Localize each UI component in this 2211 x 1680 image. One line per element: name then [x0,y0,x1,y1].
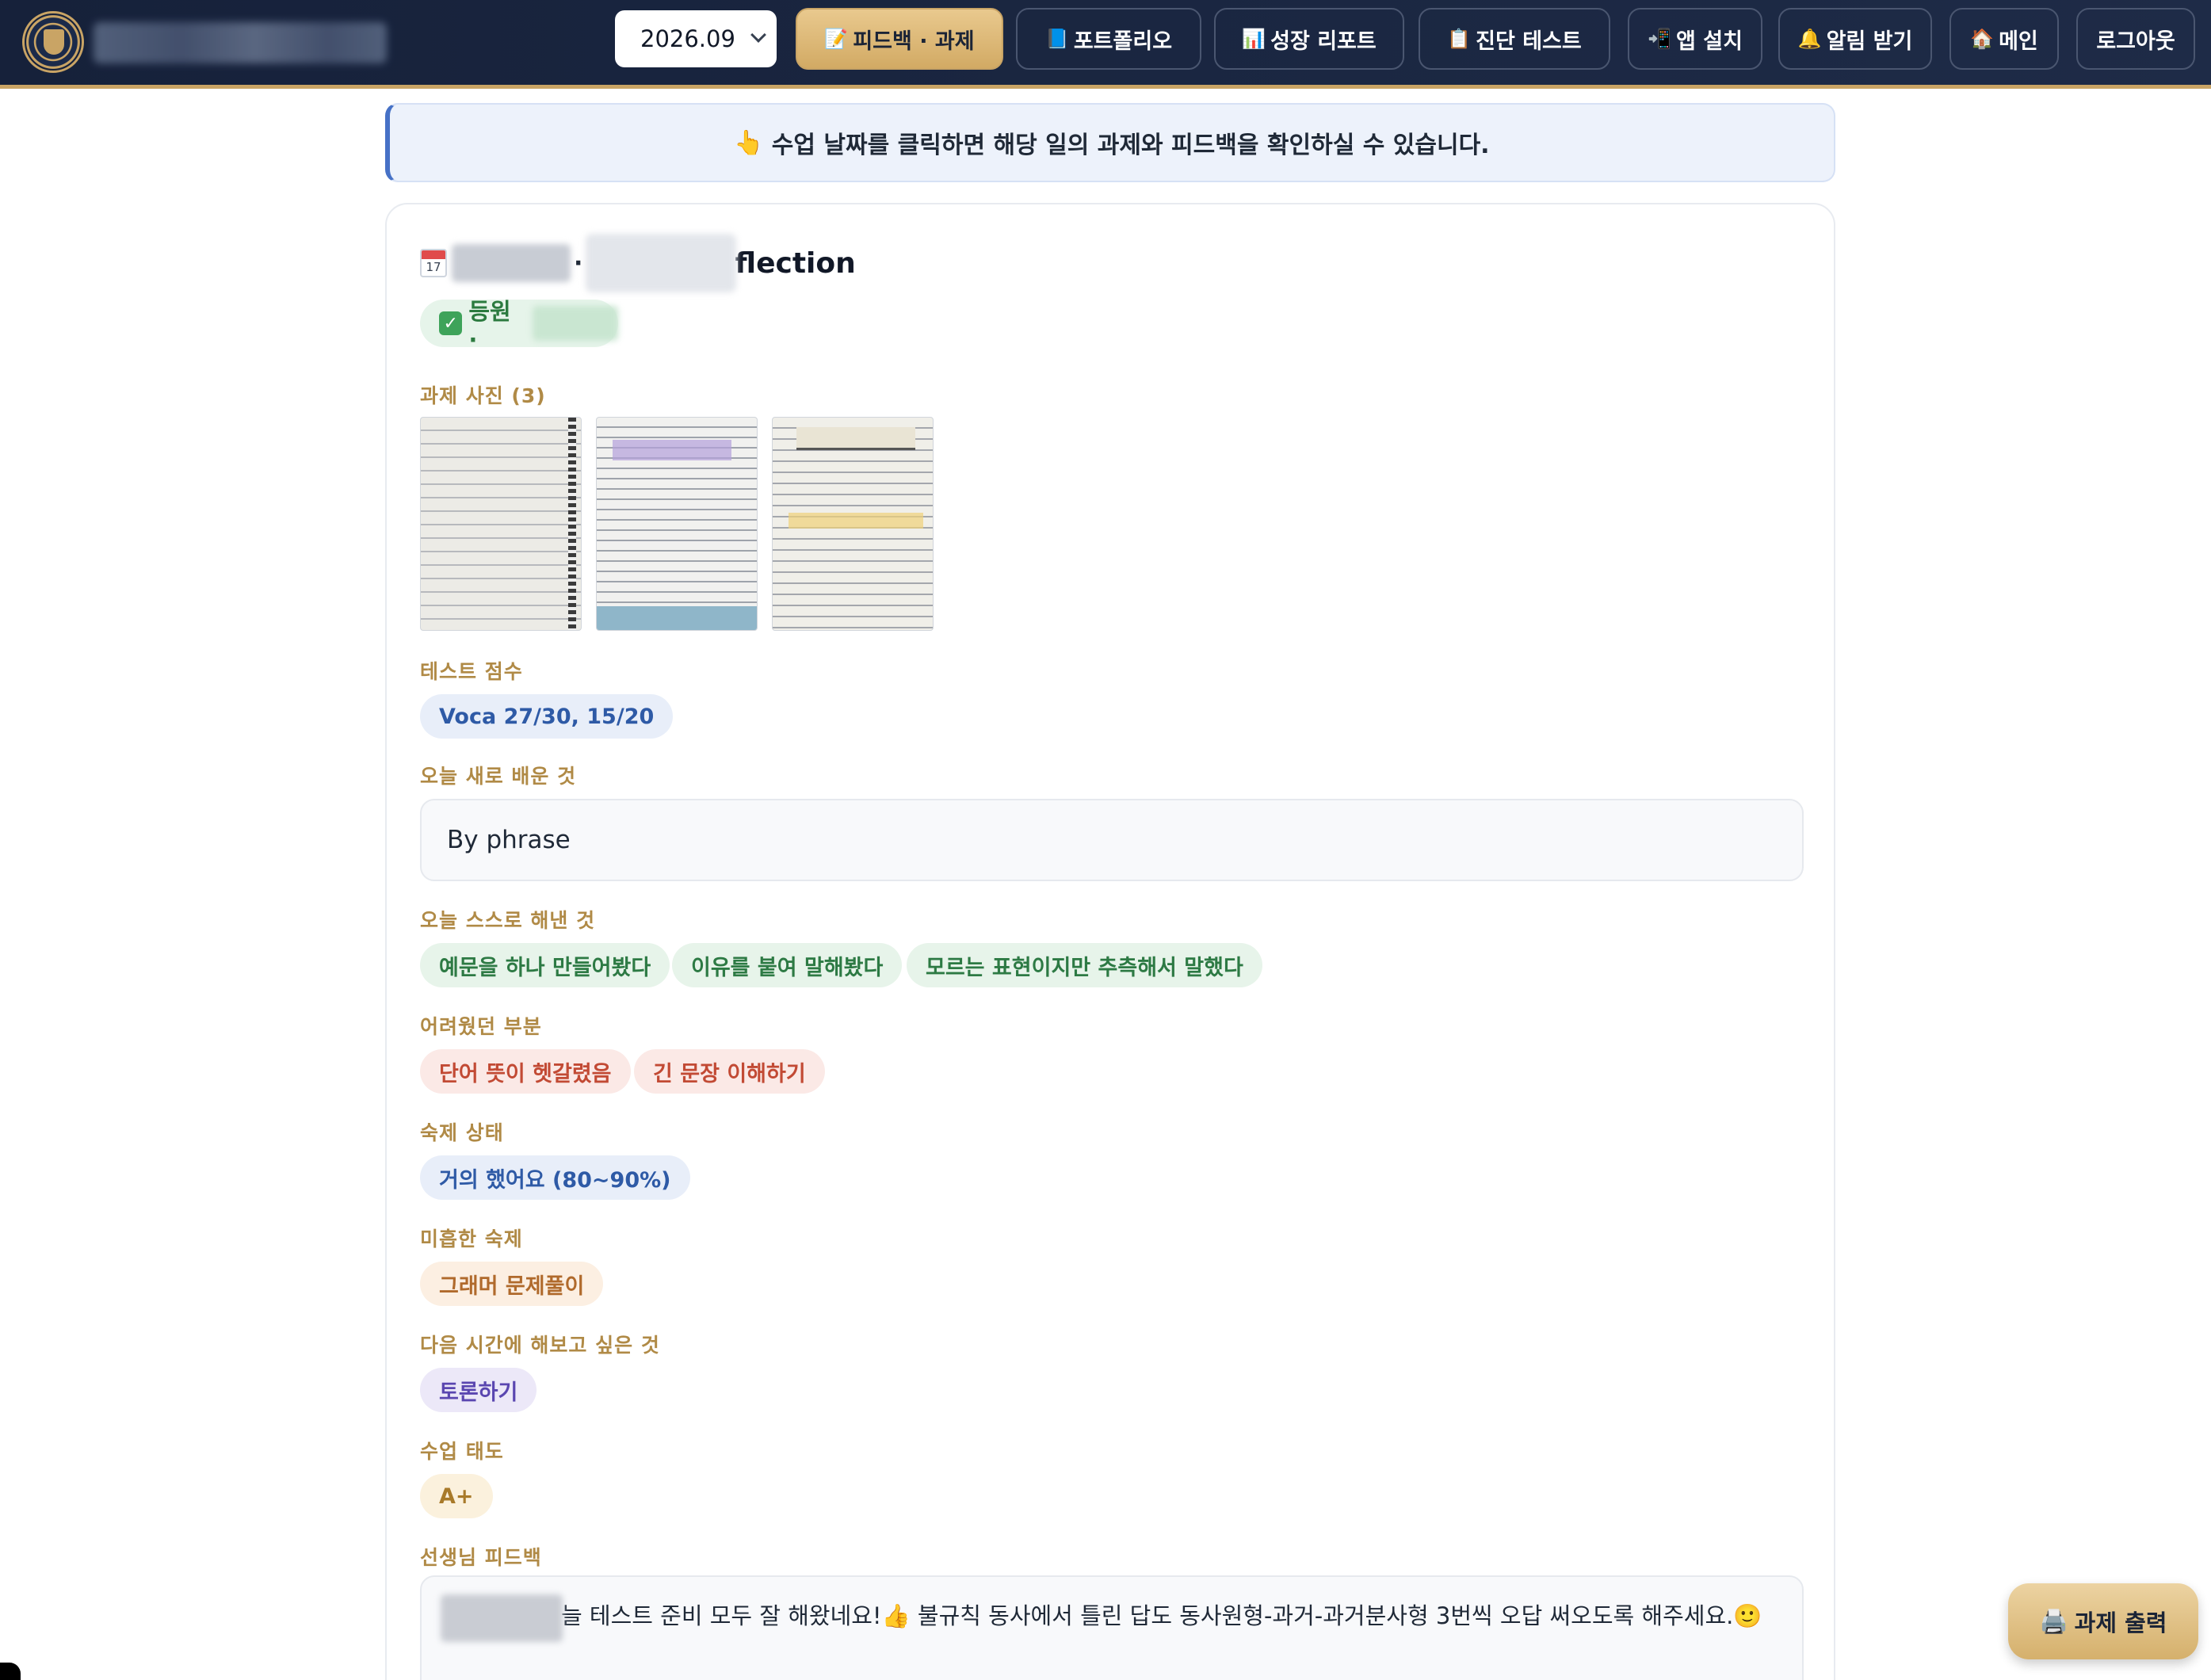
homework-photo[interactable] [420,417,582,631]
redacted-academy-name [94,22,387,63]
nav-label: 알림 받기 [1826,29,1913,54]
lacking-homework-label: 미흡한 숙제 [420,1228,523,1250]
check-icon: ✓ [439,311,463,335]
self-achievement-chip: 예문을 하나 만들어봤다 [420,943,670,987]
teacher-feedback-text: 늘 테스트 준비 모두 잘 해왔네요!👍 불규칙 동사에서 틀린 답도 동사원형… [561,1602,1762,1629]
nav-notifications-button[interactable]: 🔔 알림 받기 [1778,8,1932,70]
attendance-badge: ✓ 등원 · [420,298,618,353]
install-icon: 📲 [1648,28,1671,50]
bell-icon: 🔔 [1797,28,1822,50]
difficulty-label: 어려웠던 부분 [420,1015,542,1038]
calendar-day: 17 [426,260,441,274]
homework-photos-label: 과제 사진 (3) [420,384,546,407]
top-navigation-bar: 2026.09 📝 피드백 · 과제 📘 포트폴리오 📊 성장 리포트 📋 진단… [0,0,2211,89]
next-wish-label: 다음 시간에 해보고 싶은 것 [420,1334,660,1357]
self-achievement-chip: 이유를 붙여 말해봤다 [672,943,903,987]
book-icon: 📘 [1044,28,1069,50]
nav-home-button[interactable]: 🏠 메인 [1949,8,2059,70]
entry-date-title[interactable]: 17 · flection [420,234,856,292]
nav-growth-report-button[interactable]: 📊 성장 리포트 [1214,8,1404,70]
difficulty-chip: 단어 뜻이 헷갈렸음 [420,1049,631,1094]
self-achievement-chip: 모르는 표현이지만 추측해서 말했다 [907,943,1262,987]
separator-dot: · [574,249,583,277]
redacted-title [586,234,737,292]
next-wish-chip: 토론하기 [420,1368,537,1412]
memo-icon: 📝 [824,28,849,50]
teacher-feedback-label: 선생님 피드백 [420,1546,542,1569]
homework-status-chip: 거의 했어요 (80~90%) [420,1155,690,1200]
info-notice: 👆 수업 날짜를 클릭하면 해당 일의 과제와 피드백을 확인하실 수 있습니다… [385,103,1835,182]
month-select[interactable]: 2026.09 [615,10,777,67]
nav-diagnostic-test-button[interactable]: 📋 진단 테스트 [1419,8,1610,70]
nav-label: 피드백 · 과제 [853,29,975,54]
nav-label: 로그아웃 [2096,29,2175,54]
print-homework-button[interactable]: 🖨️ 과제 출력 [2008,1583,2198,1659]
notice-text: 수업 날짜를 클릭하면 해당 일의 과제와 피드백을 확인하실 수 있습니다. [771,132,1490,159]
difficulty-chip: 긴 문장 이해하기 [634,1049,825,1094]
learned-text-box: By phrase [420,799,1804,881]
nav-portfolio-button[interactable]: 📘 포트폴리오 [1016,8,1201,70]
pointing-hand-icon: 👆 [734,128,764,157]
nav-label: 진단 테스트 [1476,29,1582,54]
window-corner [0,1663,21,1680]
learned-label: 오늘 새로 배운 것 [420,765,577,788]
school-crest-logo[interactable] [22,11,84,73]
nav-label: 성장 리포트 [1270,29,1377,54]
attendance-text: 등원 · [468,298,511,353]
nav-label: 앱 설치 [1675,29,1743,54]
nav-label: 포트폴리오 [1073,29,1173,54]
attitude-grade-chip: A+ [420,1474,493,1518]
logout-button[interactable]: 로그아웃 [2076,8,2195,70]
nav-app-install-button[interactable]: 📲 앱 설치 [1628,8,1762,70]
daily-feedback-card: 17 · flection ✓ 등원 · 과제 사진 (3) 테스트 점수 Vo… [385,203,1835,1680]
homework-photo[interactable] [772,417,934,631]
redacted-attendance-time [533,306,618,341]
homework-status-label: 숙제 상태 [420,1121,504,1144]
homework-photo[interactable] [596,417,758,631]
chart-icon: 📊 [1242,28,1266,50]
redacted-date [452,244,571,282]
self-achievement-label: 오늘 스스로 해낸 것 [420,909,596,932]
homework-photos [420,417,934,631]
clipboard-icon: 📋 [1447,28,1472,50]
print-button-label: 과제 출력 [2074,1609,2167,1636]
test-score-chip: Voca 27/30, 15/20 [420,694,674,739]
chevron-down-icon [750,27,766,43]
redacted-student-name [441,1594,563,1642]
teacher-feedback-box: 늘 테스트 준비 모두 잘 해왔네요!👍 불규칙 동사에서 틀린 답도 동사원형… [420,1575,1804,1680]
calendar-icon: 17 [420,249,447,277]
home-icon: 🏠 [1970,28,1995,50]
printer-icon: 🖨️ [2039,1607,2068,1635]
entry-title: flection [735,246,856,280]
attitude-label: 수업 태도 [420,1440,504,1463]
learned-text: By phrase [447,826,571,854]
nav-feedback-homework-button[interactable]: 📝 피드백 · 과제 [796,8,1003,70]
nav-label: 메인 [1999,29,2038,54]
test-score-label: 테스트 점수 [420,660,523,683]
month-select-value: 2026.09 [640,25,735,52]
lacking-homework-chip: 그래머 문제풀이 [420,1262,604,1306]
